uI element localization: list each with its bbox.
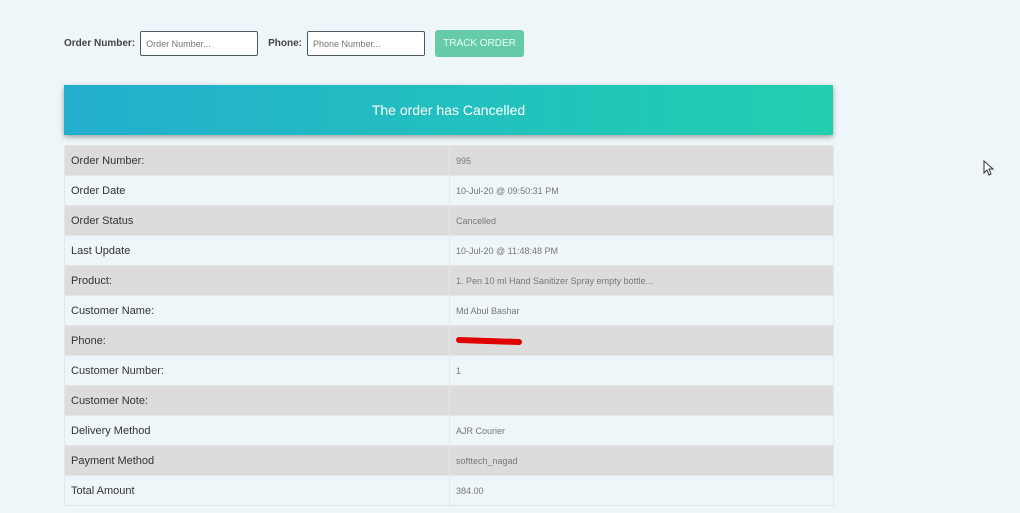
order-details-table: Order Number: 995 Order Date 10-Jul-20 @ 09…	[64, 145, 834, 506]
row-label: Customer Number:	[64, 355, 450, 386]
table-row: Delivery Method AJR Courier	[64, 415, 834, 446]
row-label: Customer Name:	[64, 295, 450, 326]
row-label: Order Number:	[64, 145, 450, 176]
table-row: Phone:	[64, 325, 834, 356]
row-label: Order Date	[64, 175, 450, 206]
table-row: Customer Number: 1	[64, 355, 834, 386]
row-value: 1. Pen 10 ml Hand Sanitizer Spray empty …	[449, 265, 834, 296]
table-row: Order Number: 995	[64, 145, 834, 176]
row-value: 1	[449, 355, 834, 386]
phone-input[interactable]	[307, 31, 426, 56]
table-row: Customer Name: Md Abul Bashar	[64, 295, 834, 326]
row-value	[449, 385, 834, 416]
row-value: softtech_nagad	[449, 445, 834, 476]
table-row: Order Date 10-Jul-20 @ 09:50:31 PM	[64, 175, 834, 206]
table-row: Total Amount 384.00	[64, 475, 834, 506]
table-row: Last Update 10-Jul-20 @ 11:48:48 PM	[64, 235, 834, 266]
row-value: Cancelled	[449, 205, 834, 236]
table-row: Payment Method softtech_nagad	[64, 445, 834, 476]
table-row: Order Status Cancelled	[64, 205, 834, 236]
row-value: 384.00	[449, 475, 834, 506]
row-label: Phone:	[64, 325, 450, 356]
mouse-cursor-icon	[983, 160, 995, 176]
row-label: Product:	[64, 265, 450, 296]
table-row: Product: 1. Pen 10 ml Hand Sanitizer Spra…	[64, 265, 834, 296]
row-label: Order Status	[64, 205, 450, 236]
row-value: 10-Jul-20 @ 11:48:48 PM	[449, 235, 834, 266]
row-label: Payment Method	[64, 445, 450, 476]
order-number-input[interactable]	[140, 31, 259, 56]
order-number-label: Order Number:	[64, 38, 136, 49]
order-status-banner: The order has Cancelled	[64, 85, 833, 135]
table-row: Customer Note:	[64, 385, 834, 416]
row-value: 10-Jul-20 @ 09:50:31 PM	[449, 175, 834, 206]
track-order-form: Order Number: Phone: TRACK ORDER	[64, 30, 525, 57]
redaction-scribble	[455, 336, 523, 345]
row-label: Delivery Method	[64, 415, 450, 446]
phone-label: Phone:	[268, 38, 303, 49]
row-value: Md Abul Bashar	[449, 295, 834, 326]
track-order-button[interactable]: TRACK ORDER	[435, 30, 525, 57]
row-label: Last Update	[64, 235, 450, 266]
row-label: Total Amount	[64, 475, 450, 506]
row-value: 995	[449, 145, 834, 176]
row-value: AJR Courier	[449, 415, 834, 446]
row-value	[449, 325, 834, 356]
row-label: Customer Note:	[64, 385, 450, 416]
